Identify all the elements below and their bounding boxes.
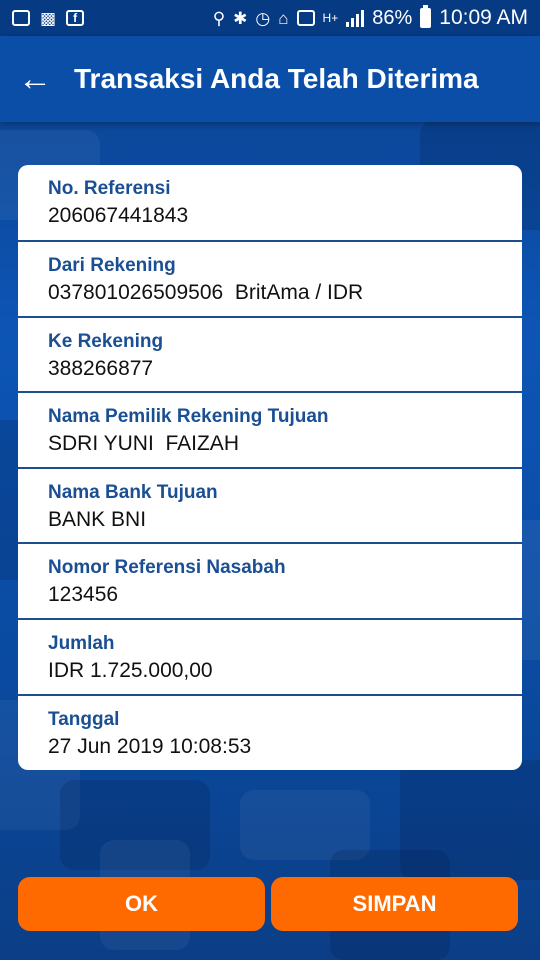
car-icon: ▩ [40,8,57,28]
detail-row-reference: No. Referensi 206067441843 [18,165,522,242]
detail-row-recipient-bank: Nama Bank Tujuan BANK BNI [18,469,522,545]
page-title: Transaksi Anda Telah Diterima [74,63,479,94]
detail-label: Nama Pemilik Rekening Tujuan [48,406,329,428]
detail-value: 388266877 [48,356,154,380]
detail-label: Nomor Referensi Nasabah [48,557,286,579]
detail-label: Nama Bank Tujuan [48,481,218,503]
detail-value: 123456 [48,583,119,607]
location-icon: ⚲ [212,8,226,28]
back-button[interactable]: ← [0,36,70,122]
detail-value: SDRI YUNI FAIZAH [48,432,239,456]
arrow-left-icon: ← [18,59,52,98]
detail-label: Jumlah [48,632,115,654]
detail-value: IDR 1.725.000,00 [48,658,213,682]
detail-label: Tanggal [48,708,120,730]
facebook-icon: f [66,10,85,26]
status-bar: ▩ f ⚲ ✱ ◷ ⌂ H+ 86% 10:09 AM [0,0,540,36]
home-icon: ⌂ [278,8,289,28]
detail-value: BANK BNI [48,507,147,531]
detail-value: 037801026509506 BritAma / IDR [48,281,364,304]
signal-bars-icon [346,9,365,27]
detail-label: No. Referensi [48,178,171,199]
battery-percent: 86% [372,6,413,29]
ok-button[interactable]: OK [18,877,265,931]
signal-icon [296,10,315,26]
detail-row-recipient-name: Nama Pemilik Rekening Tujuan SDRI YUNI F… [18,393,522,469]
detail-value: 206067441843 [48,204,189,227]
detail-row-customer-reference: Nomor Referensi Nasabah 123456 [18,544,522,620]
clock: 10:09 AM [439,6,528,29]
action-buttons: OK SIMPAN [18,877,518,931]
bluetooth-icon: ✱ [233,8,248,28]
alarm-icon: ◷ [255,8,271,28]
mail-icon [12,10,30,26]
detail-label: Dari Rekening [48,255,176,276]
network-icon: H+ [322,11,339,25]
detail-value: 27 Jun 2019 10:08:53 [48,734,252,758]
battery-icon [420,5,432,28]
save-button[interactable]: SIMPAN [271,877,518,931]
detail-row-amount: Jumlah IDR 1.725.000,00 [18,620,522,696]
app-bar: ← Transaksi Anda Telah Diterima [0,36,540,122]
transaction-details-card: No. Referensi 206067441843 Dari Rekening… [18,165,522,770]
detail-row-date: Tanggal 27 Jun 2019 10:08:53 [18,696,522,770]
detail-label: Ke Rekening [48,330,164,352]
detail-row-to-account: Ke Rekening 388266877 [18,318,522,394]
detail-row-from-account: Dari Rekening 037801026509506 BritAma / … [18,242,522,318]
